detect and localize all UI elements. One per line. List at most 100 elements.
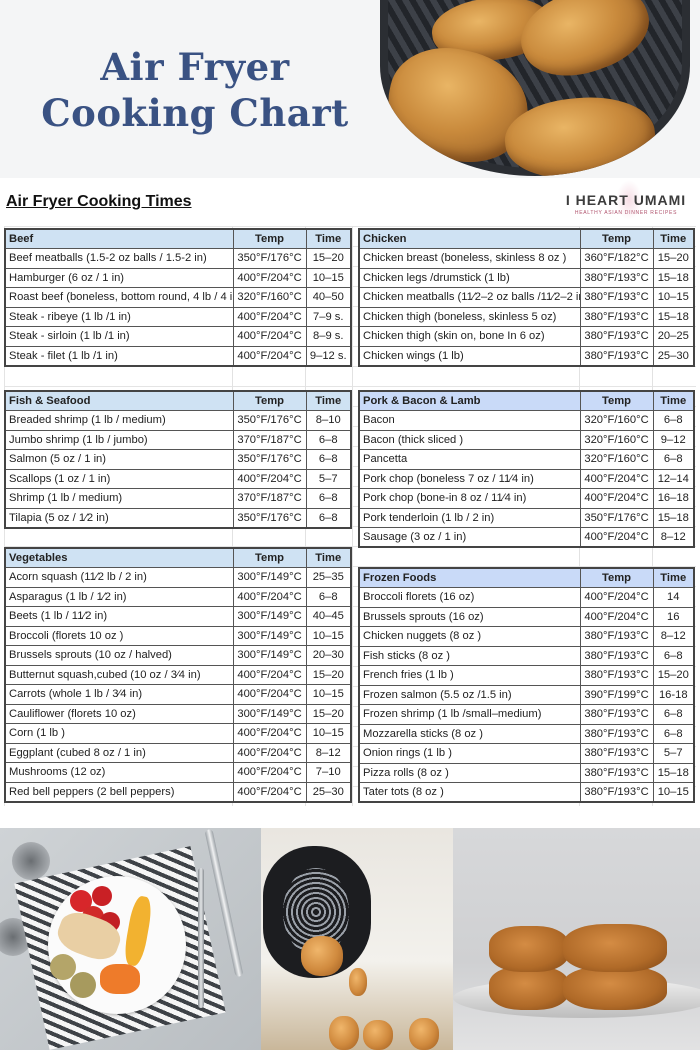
temperature-cell: 300°F/149°C: [232, 567, 307, 588]
food-item-cell: Tater tots (8 oz ): [358, 782, 581, 803]
category-header: Pork & Bacon & Lamb: [358, 390, 581, 411]
food-item-cell: Acorn squash (11⁄2 lb / 2 in): [4, 567, 234, 588]
temperature-cell: 300°F/149°C: [232, 703, 307, 724]
cooking-time-cell: 6–8: [305, 449, 352, 470]
table-header-row: Frozen Foods Temp Time: [358, 567, 695, 588]
table-row: Fish sticks (8 oz ) 380°F/193°C 6–8: [358, 645, 695, 666]
cooking-time-cell: 15–18: [652, 306, 695, 327]
temperature-cell: 320°F/160°C: [232, 287, 307, 308]
cooking-time-cell: 10–15: [652, 782, 695, 803]
food-item-cell: Pork chop (boneless 7 oz / 11⁄4 in): [358, 468, 581, 489]
food-item-cell: Chicken nuggets (8 oz ): [358, 626, 581, 647]
food-item-cell: Bacon: [358, 410, 581, 431]
table-row: Mozzarella sticks (8 oz ) 380°F/193°C 6–8: [358, 723, 695, 744]
temperature-cell: 400°F/204°C: [232, 664, 307, 685]
temperature-cell: 400°F/204°C: [579, 468, 654, 489]
table-header-row: Beef Temp Time: [4, 228, 352, 249]
time-header: Time: [305, 390, 352, 411]
temperature-cell: 400°F/204°C: [232, 586, 307, 607]
table-row: Chicken wings (1 lb) 380°F/193°C 25–30: [358, 345, 695, 366]
cooking-time-cell: 16–18: [652, 488, 695, 509]
time-header: Time: [652, 390, 695, 411]
food-item-cell: Corn (1 lb ): [4, 723, 234, 744]
cooking-time-cell: 16-18: [652, 684, 695, 705]
cooking-time-cell: 25–30: [652, 345, 695, 366]
page-title-line-1: Air Fryer: [100, 45, 290, 89]
food-item-cell: Roast beef (boneless, bottom round, 4 lb…: [4, 287, 234, 308]
cooking-time-cell: 6–8: [652, 410, 695, 431]
food-item-cell: Steak - sirloin (1 lb /1 in): [4, 326, 234, 347]
table-row: Jumbo shrimp (1 lb / jumbo) 370°F/187°C 6–…: [4, 429, 352, 450]
table-fish-seafood: Fish & Seafood Temp Time Breaded shrimp (1 …: [4, 390, 352, 529]
cooking-time-cell: 10–15: [305, 723, 352, 744]
food-item-cell: Broccoli florets (16 oz): [358, 587, 581, 608]
temperature-cell: 320°F/160°C: [579, 449, 654, 470]
cooking-time-cell: 14: [652, 587, 695, 608]
food-item-cell: Eggplant (cubed 8 oz / 1 in): [4, 742, 234, 763]
temperature-cell: 320°F/160°C: [579, 429, 654, 450]
temp-header: Temp: [579, 567, 654, 588]
food-item-cell: Onion rings (1 lb ): [358, 743, 581, 764]
food-item-cell: Chicken thigh (skin on, bone In 6 oz): [358, 326, 581, 347]
table-row: Carrots (whole 1 lb / 3⁄4 in) 400°F/204°C…: [4, 684, 352, 705]
table-row: Chicken thigh (boneless, skinless 5 oz) 3…: [358, 306, 695, 327]
cooking-time-cell: 15–20: [652, 665, 695, 686]
temperature-cell: 400°F/204°C: [232, 326, 307, 347]
food-item-cell: Shrimp (1 lb / medium): [4, 488, 234, 509]
cooking-time-cell: 5–7: [652, 743, 695, 764]
cooking-time-cell: 15–18: [652, 267, 695, 288]
temperature-cell: 400°F/204°C: [579, 488, 654, 509]
category-header: Chicken: [358, 228, 581, 249]
table-row: Pancetta 320°F/160°C 6–8: [358, 449, 695, 470]
cooking-time-cell: 12–14: [652, 468, 695, 489]
food-item-cell: Hamburger (6 oz / 1 in): [4, 267, 234, 288]
food-item-cell: Cauliflower (florets 10 oz): [4, 703, 234, 724]
nugget-image: [363, 1020, 393, 1050]
table-row: Butternut squash,cubed (10 oz / 3⁄4 in) 4…: [4, 664, 352, 685]
food-item-cell: Chicken meatballs (11⁄2–2 oz balls /11⁄2…: [358, 287, 581, 308]
table-chicken: Chicken Temp Time Chicken breast (boneless,…: [358, 228, 695, 367]
food-item-cell: Tilapia (5 oz / 1⁄2 in): [4, 507, 234, 528]
table-row: Steak - filet (1 lb /1 in) 400°F/204°C 9–1…: [4, 345, 352, 366]
temperature-cell: 370°F/187°C: [232, 429, 307, 450]
food-item-cell: Steak - filet (1 lb /1 in): [4, 345, 234, 366]
nugget-image: [329, 1016, 359, 1050]
table-row: Broccoli (florets 10 oz ) 300°F/149°C 10–1…: [4, 625, 352, 646]
food-item-cell: Sausage (3 oz / 1 in): [358, 527, 581, 548]
temperature-cell: 380°F/193°C: [579, 345, 654, 366]
table-row: Red bell peppers (2 bell peppers) 400°F/2…: [4, 781, 352, 802]
cooking-time-cell: 15–18: [652, 762, 695, 783]
table-row: Frozen salmon (5.5 oz /1.5 in) 390°F/199°…: [358, 684, 695, 705]
temperature-cell: 320°F/160°C: [579, 410, 654, 431]
food-item-cell: Chicken legs /drumstick (1 lb): [358, 267, 581, 288]
temperature-cell: 400°F/204°C: [232, 306, 307, 327]
temperature-cell: 380°F/193°C: [579, 326, 654, 347]
table-row: Beets (1 lb / 11⁄2 in) 300°F/149°C 40–45: [4, 606, 352, 627]
cooking-time-cell: 10–15: [652, 287, 695, 308]
temp-header: Temp: [232, 228, 307, 249]
cooking-time-cell: 6–8: [305, 586, 352, 607]
cooking-time-cell: 9–12 s.: [305, 345, 352, 366]
table-row: Hamburger (6 oz / 1 in) 400°F/204°C 10–15: [4, 267, 352, 288]
food-item-cell: Butternut squash,cubed (10 oz / 3⁄4 in): [4, 664, 234, 685]
cooking-time-cell: 6–8: [652, 704, 695, 725]
table-header-row: Chicken Temp Time: [358, 228, 695, 249]
table-row: Chicken nuggets (8 oz ) 380°F/193°C 8–12: [358, 626, 695, 647]
table-row: Chicken legs /drumstick (1 lb) 380°F/193°…: [358, 267, 695, 288]
table-row: Scallops (1 oz / 1 in) 400°F/204°C 5–7: [4, 468, 352, 489]
food-item-cell: Frozen salmon (5.5 oz /1.5 in): [358, 684, 581, 705]
temperature-cell: 390°F/199°C: [579, 684, 654, 705]
food-item-cell: Pancetta: [358, 449, 581, 470]
table-row: Corn (1 lb ) 400°F/204°C 10–15: [4, 723, 352, 744]
cooking-time-cell: 20–25: [652, 326, 695, 347]
temperature-cell: 400°F/204°C: [232, 684, 307, 705]
food-item-cell: Frozen shrimp (1 lb /small–medium): [358, 704, 581, 725]
table-row: Pork tenderloin (1 lb / 2 in) 350°F/176°C…: [358, 507, 695, 528]
cooking-time-cell: 8–12: [305, 742, 352, 763]
table-pork-bacon-lamb: Pork & Bacon & Lamb Temp Time Bacon 320°F/16…: [358, 390, 695, 548]
table-row: Mushrooms (12 oz) 400°F/204°C 7–10: [4, 762, 352, 783]
table-row: Chicken thigh (skin on, bone In 6 oz) 380…: [358, 326, 695, 347]
category-header: Frozen Foods: [358, 567, 581, 588]
cooking-time-cell: 15–20: [305, 703, 352, 724]
category-header: Fish & Seafood: [4, 390, 234, 411]
